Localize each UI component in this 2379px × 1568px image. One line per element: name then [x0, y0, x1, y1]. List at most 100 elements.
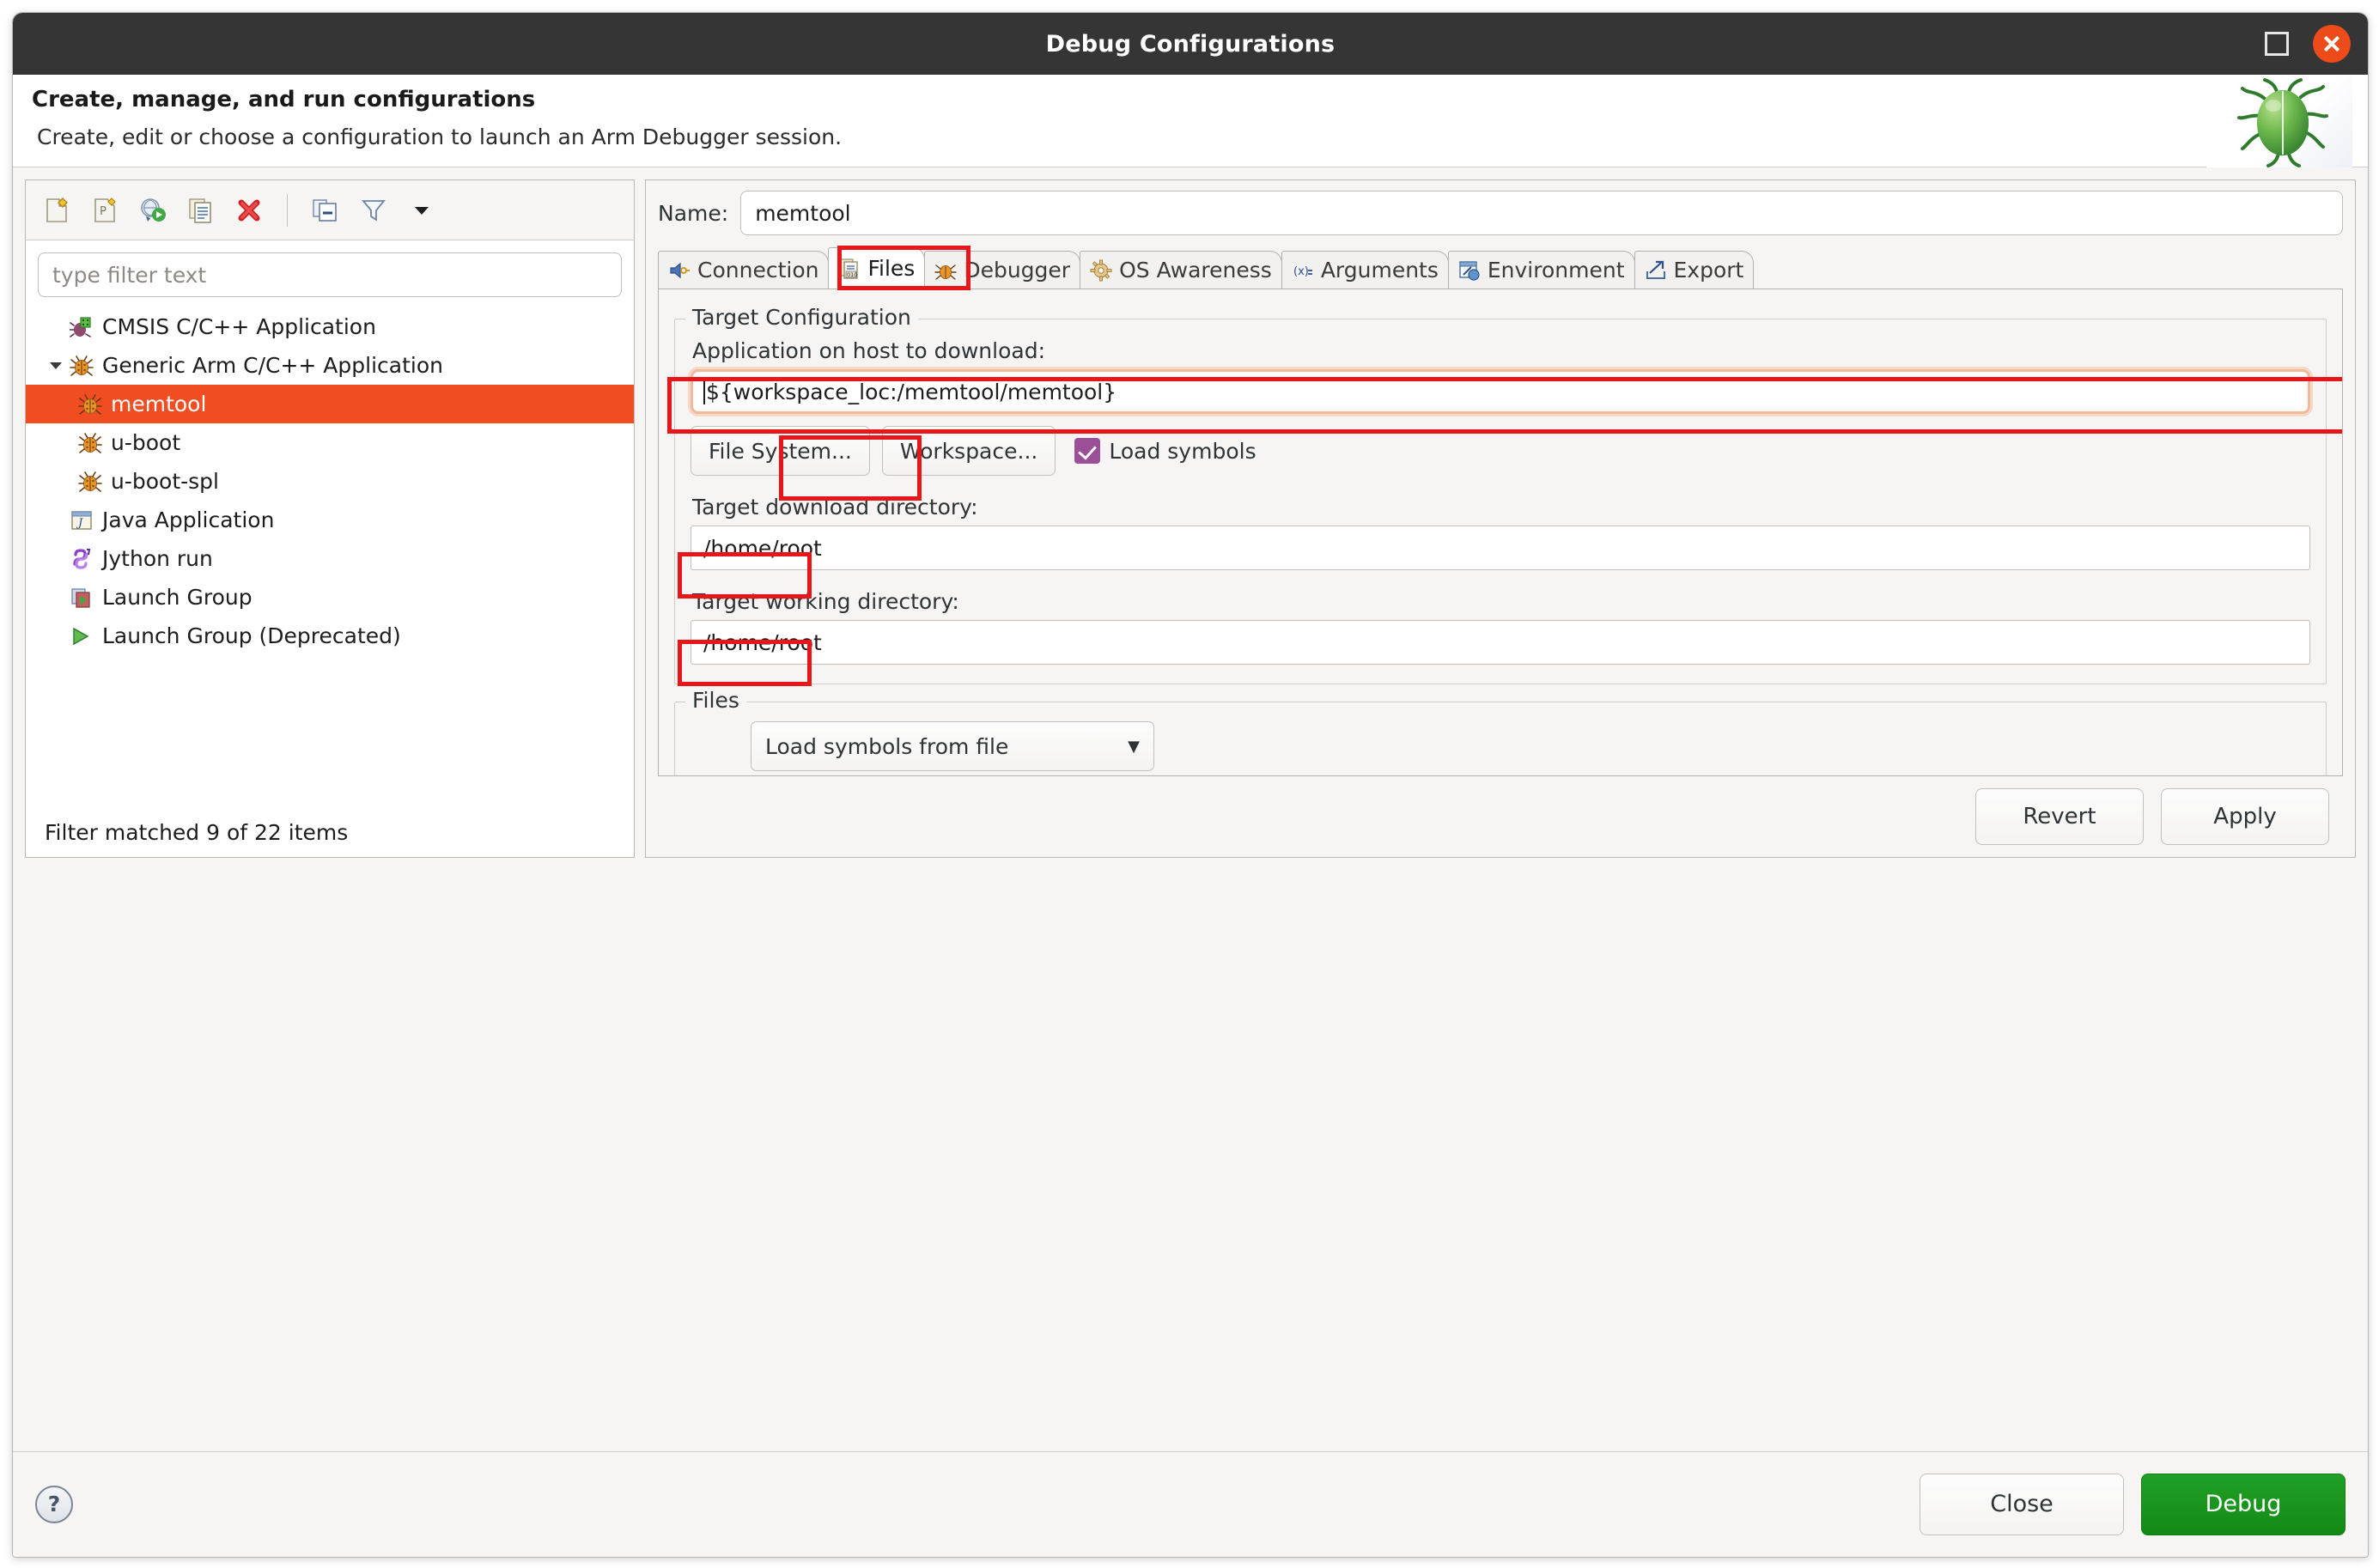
load-symbols-checkbox[interactable] [1074, 438, 1101, 464]
chevron-down-icon[interactable] [45, 357, 67, 374]
delete-icon[interactable] [232, 193, 266, 228]
download-directory-label: Target download directory: [692, 495, 978, 520]
tree-item-label: Launch Group (Deprecated) [102, 623, 401, 648]
tree-item-u-boot[interactable]: u-boot [26, 423, 634, 462]
export-prototype-icon[interactable] [136, 193, 170, 228]
tree-item-label: memtool [111, 392, 207, 416]
jython-icon [69, 546, 94, 572]
tree-item-java-application[interactable]: J Java Application [26, 501, 634, 539]
debug-configurations-dialog: Debug Configurations Create, manage, and… [12, 12, 2369, 1558]
tree-item-u-boot-spl[interactable]: u-boot-spl [26, 462, 634, 501]
text-caret [703, 379, 705, 404]
connection-icon [667, 258, 691, 283]
window-controls [2265, 13, 2351, 75]
cmsis-bug-icon [69, 314, 94, 340]
configurations-toolbar: P [26, 180, 634, 240]
working-directory-value: /home/root [703, 629, 822, 655]
application-label: Application on host to download: [692, 338, 1045, 363]
collapse-all-icon[interactable] [308, 193, 343, 228]
tree-item-generic-arm-application[interactable]: Generic Arm C/C++ Application [26, 346, 634, 385]
tree-item-label: Generic Arm C/C++ Application [102, 353, 443, 378]
apply-revert-row: Revert Apply [658, 776, 2343, 857]
tab-label: OS Awareness [1119, 258, 1272, 283]
page-title: Create, manage, and run configurations [32, 87, 536, 112]
apply-button[interactable]: Apply [2161, 788, 2329, 845]
working-directory-input[interactable]: /home/root [691, 620, 2310, 665]
tab-debugger[interactable]: Debugger [924, 251, 1081, 289]
maximize-icon[interactable] [2265, 32, 2289, 56]
arm-bug-icon [77, 469, 103, 495]
filter-field-wrapper [26, 240, 634, 302]
files-entry-row: – Load symbols from file ▼ [691, 721, 2310, 775]
search-input[interactable] [38, 252, 622, 297]
tab-label: Arguments [1320, 258, 1439, 283]
java-icon: J [69, 507, 94, 533]
debug-button[interactable]: Debug [2141, 1473, 2346, 1535]
load-symbols-label: Load symbols [1109, 438, 1256, 464]
close-button[interactable]: Close [1920, 1473, 2124, 1535]
tab-bar: Connection 010 Files Debugger OS Awarene… [658, 246, 2343, 290]
arm-bug-icon [69, 353, 94, 379]
tree-item-label: Jython run [102, 546, 213, 571]
tab-label: Debugger [964, 258, 1071, 283]
tree-item-label: Java Application [102, 507, 275, 532]
tab-os-awareness[interactable]: OS Awareness [1080, 251, 1282, 289]
target-configuration-title: Target Configuration [685, 305, 918, 330]
tab-label: Files [867, 256, 916, 281]
tree-item-label: Launch Group [102, 585, 253, 610]
close-icon[interactable] [2313, 25, 2351, 63]
configuration-name-input[interactable] [740, 191, 2343, 235]
debugger-bug-icon [934, 258, 958, 283]
tree-item-cmsis-application[interactable]: CMSIS C/C++ Application [26, 307, 634, 346]
application-file-system-button[interactable]: File System... [691, 426, 870, 476]
new-prototype-icon[interactable]: P [88, 193, 122, 228]
tab-export[interactable]: Export [1634, 251, 1755, 289]
name-label: Name: [658, 200, 729, 226]
duplicate-icon[interactable] [184, 193, 218, 228]
tab-environment[interactable]: Environment [1447, 251, 1635, 289]
dialog-header: Create, manage, and run configurations C… [13, 75, 2368, 167]
page-subtitle: Create, edit or choose a configuration t… [37, 125, 843, 149]
revert-button[interactable]: Revert [1975, 788, 2144, 845]
target-configuration-group: Target Configuration Application on host… [674, 305, 2327, 684]
tab-arguments[interactable]: (x) Arguments [1281, 251, 1449, 289]
application-buttons-row: File System... Workspace... Load symbols [691, 426, 2310, 476]
os-awareness-gear-icon [1089, 258, 1113, 283]
tab-label: Export [1673, 258, 1744, 283]
view-menu-icon[interactable] [405, 193, 439, 228]
load-symbols-checkbox-wrap[interactable]: Load symbols [1074, 438, 1256, 464]
launch-group-icon [69, 585, 94, 611]
download-directory-input[interactable]: /home/root [691, 526, 2310, 570]
arm-bug-icon [77, 430, 103, 456]
tab-connection[interactable]: Connection [658, 251, 830, 289]
footer-buttons: Close Debug [1920, 1473, 2346, 1535]
tab-files[interactable]: 010 Files [828, 247, 926, 289]
application-path-input[interactable]: ${workspace_loc:/memtool/memtool} [691, 369, 2310, 414]
files-group-title: Files [685, 688, 746, 713]
dialog-footer: ? Close Debug [13, 1451, 2368, 1556]
chevron-down-icon: ▼ [1128, 737, 1140, 756]
tab-label: Environment [1487, 258, 1625, 283]
export-arrow-icon [1644, 258, 1668, 283]
tree-item-label: u-boot [111, 430, 181, 455]
file-entry-type-select[interactable]: Load symbols from file ▼ [751, 721, 1154, 771]
tab-label: Connection [697, 258, 819, 283]
arm-bug-icon [77, 392, 103, 417]
application-path-value: ${workspace_loc:/memtool/memtool} [706, 379, 1117, 404]
tree-item-jython-run[interactable]: Jython run [26, 539, 634, 578]
new-configuration-icon[interactable] [40, 193, 74, 228]
green-bug-icon [2206, 75, 2352, 167]
tree-item-launch-group-deprecated[interactable]: Launch Group (Deprecated) [26, 617, 634, 655]
help-icon[interactable]: ? [35, 1485, 73, 1523]
tree-item-launch-group[interactable]: Launch Group [26, 578, 634, 617]
file-entry-type-value: Load symbols from file [765, 733, 1009, 759]
filter-icon[interactable] [356, 193, 391, 228]
svg-text:P: P [100, 205, 106, 218]
application-workspace-button[interactable]: Workspace... [881, 426, 1056, 476]
tree-item-memtool[interactable]: memtool [26, 385, 634, 423]
files-remove-column: – [691, 721, 739, 775]
files-entry-fields: Load symbols from file ▼ File System... … [751, 721, 2310, 775]
svg-text:010: 010 [847, 271, 857, 278]
dialog-body: P type filter text CMSIS C/C++ Applicati… [13, 167, 2368, 1556]
configurations-tree[interactable]: CMSIS C/C++ Application Generic Arm C/C+… [26, 302, 634, 820]
